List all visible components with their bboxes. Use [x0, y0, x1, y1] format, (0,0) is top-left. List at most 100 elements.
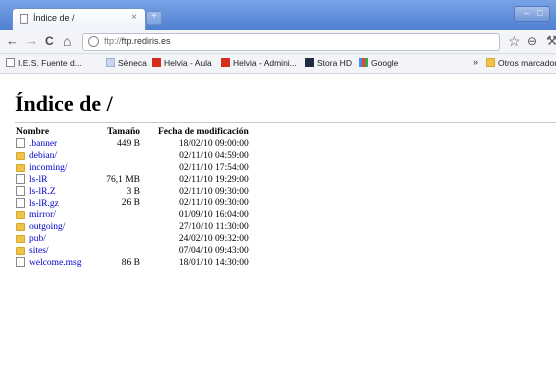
- folder-icon: [16, 163, 25, 172]
- file-icon: [16, 138, 25, 149]
- folder-icon: [16, 235, 25, 244]
- table-row: sites/07/04/10 09:43:00: [16, 245, 249, 257]
- name-cell: pub/: [16, 233, 100, 245]
- title-bar: Índice de / × + – □: [0, 0, 556, 30]
- table-row: ls-lR 76,1 MB 02/11/10 19:29:00: [16, 174, 249, 186]
- tab-title: Índice de /: [33, 13, 75, 23]
- date-cell: 24/02/10 09:32:00: [178, 234, 249, 245]
- folder-icon: [16, 223, 25, 232]
- seneca-icon: [106, 58, 115, 67]
- url-text: ftp://ftp.rediris.es: [104, 36, 171, 46]
- name-cell: ls-lR.gz: [16, 197, 100, 209]
- file-link[interactable]: welcome.msg: [29, 258, 82, 268]
- table-row: incoming/02/11/10 17:54:00: [16, 162, 249, 174]
- bookmarks-bar: I.E.S. Fuente d... Séneca Helvia - Aula …: [0, 54, 556, 74]
- table-row: outgoing/27/10/10 11:30:00: [16, 221, 249, 233]
- table-row: welcome.msg 86 B 18/01/10 14:30:00: [16, 257, 249, 269]
- window-controls: – □: [514, 6, 550, 22]
- file-link[interactable]: ls-lR: [29, 175, 47, 185]
- minimize-icon[interactable]: –: [524, 8, 529, 18]
- bookmark-label: Otros marcadores: [498, 58, 556, 68]
- bookmark-stora[interactable]: Stora HD: [305, 58, 352, 68]
- bookmark-ies[interactable]: I.E.S. Fuente d...: [6, 58, 82, 68]
- file-icon: [16, 197, 25, 208]
- folder-icon: [16, 246, 25, 255]
- header-row: Nombre Tamaño Fecha de modificación: [16, 126, 249, 138]
- date-cell: 07/04/10 09:43:00: [178, 245, 249, 256]
- date-cell: 02/11/10 09:30:00: [179, 186, 249, 197]
- folder-icon: [16, 211, 25, 220]
- reload-icon[interactable]: C: [45, 33, 54, 49]
- table-row: .banner 449 B 18/02/10 09:00:00: [16, 138, 249, 150]
- size-cell: 26 B: [121, 198, 140, 209]
- forward-icon[interactable]: →: [25, 33, 38, 49]
- wrench-icon[interactable]: ⚒: [546, 33, 556, 49]
- browser-tab[interactable]: Índice de / ×: [12, 8, 146, 30]
- date-cell: 02/11/10 09:30:00: [179, 198, 249, 209]
- tab-close-icon[interactable]: ×: [131, 12, 137, 23]
- folder-icon: [486, 58, 495, 67]
- google-icon: [359, 58, 368, 67]
- table-row: pub/24/02/10 09:32:00: [16, 233, 249, 245]
- column-date-header[interactable]: Fecha de modificación: [158, 126, 249, 138]
- page-icon: [6, 58, 15, 67]
- name-cell: sites/: [16, 245, 100, 257]
- page-menu-icon[interactable]: ⊖: [527, 34, 537, 48]
- bookmark-google[interactable]: Google: [359, 58, 398, 68]
- folder-link[interactable]: sites/: [29, 246, 49, 256]
- date-cell: 18/02/10 09:00:00: [178, 138, 249, 149]
- stora-icon: [305, 58, 314, 67]
- globe-icon: [88, 36, 99, 47]
- new-tab-button[interactable]: +: [146, 11, 162, 25]
- url-host: ftp.rediris.es: [121, 36, 171, 46]
- name-cell: ls-lR: [16, 174, 100, 186]
- bookmark-star-icon[interactable]: ☆: [508, 33, 521, 50]
- other-bookmarks[interactable]: Otros marcadores: [486, 58, 556, 68]
- size-cell: [100, 233, 158, 245]
- back-icon[interactable]: ←: [6, 33, 19, 49]
- folder-link[interactable]: incoming/: [29, 163, 68, 173]
- bookmark-seneca[interactable]: Séneca: [106, 58, 147, 68]
- date-cell: 01/09/10 16:04:00: [178, 210, 249, 221]
- table-row: ls-lR.gz 26 B 02/11/10 09:30:00: [16, 197, 249, 209]
- date-cell: 18/01/10 14:30:00: [178, 257, 249, 268]
- maximize-icon[interactable]: □: [537, 8, 542, 18]
- column-name-header[interactable]: Nombre: [16, 126, 100, 138]
- name-cell: welcome.msg: [16, 257, 100, 269]
- folder-link[interactable]: pub/: [29, 234, 46, 244]
- url-scheme: ftp://: [104, 36, 122, 46]
- date-cell: 02/11/10 04:59:00: [179, 150, 249, 161]
- date-cell: 02/11/10 17:54:00: [179, 162, 249, 173]
- size-cell: [100, 150, 158, 162]
- name-cell: ls-lR.Z: [16, 186, 100, 198]
- size-cell: 86 B: [121, 257, 140, 268]
- helvia-icon: [152, 58, 161, 67]
- folder-link[interactable]: mirror/: [29, 210, 56, 220]
- home-icon[interactable]: ⌂: [63, 33, 71, 49]
- folder-link[interactable]: debian/: [29, 151, 57, 161]
- bookmark-helvia-admin[interactable]: Helvia - Admini...: [221, 58, 297, 68]
- bookmark-label: Helvia - Admini...: [233, 58, 297, 68]
- bookmarks-overflow-icon[interactable]: »: [473, 57, 478, 67]
- address-bar[interactable]: ftp://ftp.rediris.es: [82, 33, 500, 51]
- name-cell: debian/: [16, 150, 100, 162]
- folder-link[interactable]: outgoing/: [29, 222, 65, 232]
- file-icon: [16, 174, 25, 185]
- column-size-header[interactable]: Tamaño: [100, 126, 158, 138]
- name-cell: .banner: [16, 138, 100, 150]
- file-link[interactable]: .banner: [29, 139, 57, 149]
- file-link[interactable]: ls-lR.gz: [29, 199, 59, 209]
- size-cell: [100, 162, 158, 174]
- file-icon: [16, 257, 25, 268]
- directory-listing: Nombre Tamaño Fecha de modificación .ban…: [16, 126, 249, 269]
- navigation-toolbar: ← → C ⌂ ftp://ftp.rediris.es ☆ ⊖ ⚒: [0, 30, 556, 54]
- page-icon: [20, 14, 28, 24]
- date-cell: 27/10/10 11:30:00: [179, 222, 249, 233]
- bookmark-helvia-aula[interactable]: Helvia - Aula: [152, 58, 212, 68]
- bookmark-label: Stora HD: [317, 58, 352, 68]
- bookmark-label: I.E.S. Fuente d...: [18, 58, 82, 68]
- bookmark-label: Helvia - Aula: [164, 58, 212, 68]
- size-cell: 449 B: [117, 138, 140, 149]
- name-cell: mirror/: [16, 209, 100, 221]
- file-link[interactable]: ls-lR.Z: [29, 187, 56, 197]
